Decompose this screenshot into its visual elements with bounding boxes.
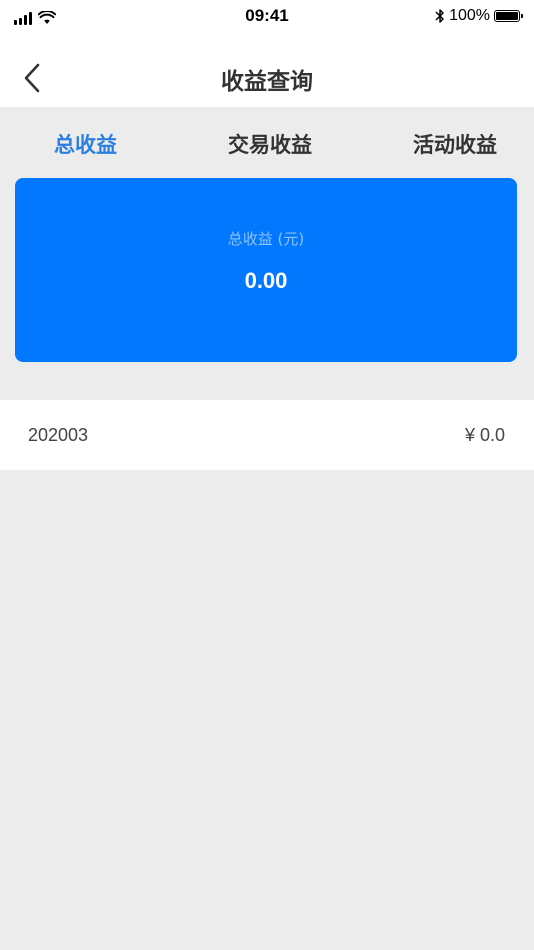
tab-activity-earnings[interactable]: 活动收益	[413, 129, 497, 159]
tab-total-earnings[interactable]: 总收益	[54, 129, 117, 159]
status-bar: 09:41 100%	[0, 0, 534, 34]
summary-label: 总收益 (元)	[227, 230, 305, 248]
tab-transaction-earnings[interactable]: 交易收益	[228, 129, 312, 159]
record-amount: ¥ 0.0	[464, 425, 505, 445]
nav-bar: 收益查询	[0, 34, 534, 107]
battery-icon	[494, 10, 523, 22]
bluetooth-icon	[435, 9, 444, 23]
earnings-summary-card: 总收益 (元) 0.00	[15, 178, 517, 362]
summary-value: 0.00	[244, 268, 288, 293]
list-item[interactable]: 202003 ¥ 0.0	[0, 400, 534, 470]
tab-bar: 总收益 交易收益 活动收益	[0, 107, 534, 177]
battery-percent: 100%	[449, 7, 490, 24]
record-period: 202003	[28, 425, 89, 445]
earnings-record-list: 202003 ¥ 0.0	[0, 400, 534, 470]
status-right: 100%	[435, 7, 523, 25]
page-title: 收益查询	[221, 69, 313, 95]
